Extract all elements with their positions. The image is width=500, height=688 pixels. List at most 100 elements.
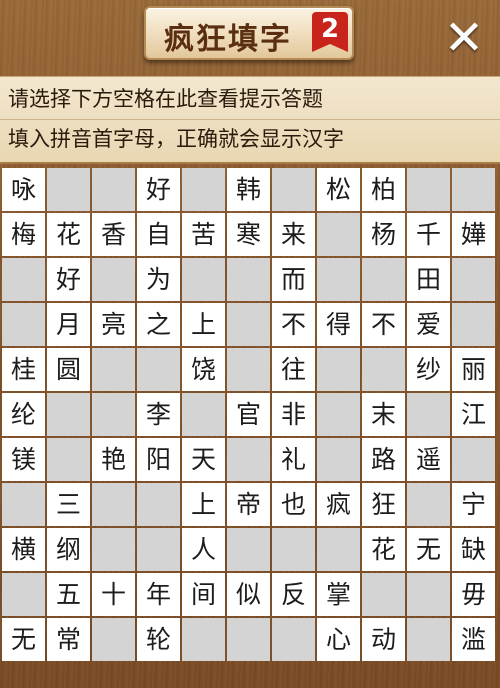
letter-cell[interactable]: 为	[137, 258, 180, 301]
letter-cell[interactable]: 好	[137, 168, 180, 211]
letter-cell[interactable]: 宁	[452, 483, 495, 526]
letter-cell[interactable]: 动	[362, 618, 405, 661]
letter-cell[interactable]: 而	[272, 258, 315, 301]
letter-cell[interactable]: 韩	[227, 168, 270, 211]
letter-cell[interactable]: 饶	[182, 348, 225, 391]
letter-cell[interactable]: 好	[47, 258, 90, 301]
letter-cell[interactable]: 不	[362, 303, 405, 346]
letter-cell[interactable]: 非	[272, 393, 315, 436]
letter-cell[interactable]: 艳	[92, 438, 135, 481]
blank-cell[interactable]	[2, 573, 45, 616]
letter-cell[interactable]: 官	[227, 393, 270, 436]
blank-cell[interactable]	[227, 618, 270, 661]
blank-cell[interactable]	[182, 168, 225, 211]
letter-cell[interactable]: 自	[137, 213, 180, 256]
letter-cell[interactable]: 遥	[407, 438, 450, 481]
letter-cell[interactable]: 反	[272, 573, 315, 616]
letter-cell[interactable]: 末	[362, 393, 405, 436]
letter-cell[interactable]: 得	[317, 303, 360, 346]
letter-cell[interactable]: 纶	[2, 393, 45, 436]
letter-cell[interactable]: 杨	[362, 213, 405, 256]
blank-cell[interactable]	[272, 528, 315, 571]
blank-cell[interactable]	[452, 258, 495, 301]
blank-cell[interactable]	[407, 168, 450, 211]
blank-cell[interactable]	[362, 573, 405, 616]
letter-cell[interactable]: 礼	[272, 438, 315, 481]
blank-cell[interactable]	[2, 483, 45, 526]
letter-cell[interactable]: 香	[92, 213, 135, 256]
letter-cell[interactable]: 轮	[137, 618, 180, 661]
blank-cell[interactable]	[92, 348, 135, 391]
letter-cell[interactable]: 桂	[2, 348, 45, 391]
blank-cell[interactable]	[182, 393, 225, 436]
letter-cell[interactable]: 十	[92, 573, 135, 616]
blank-cell[interactable]	[452, 168, 495, 211]
blank-cell[interactable]	[227, 438, 270, 481]
letter-cell[interactable]: 上	[182, 303, 225, 346]
letter-cell[interactable]: 纱	[407, 348, 450, 391]
blank-cell[interactable]	[92, 258, 135, 301]
letter-cell[interactable]: 松	[317, 168, 360, 211]
letter-cell[interactable]: 梅	[2, 213, 45, 256]
blank-cell[interactable]	[317, 348, 360, 391]
letter-cell[interactable]: 田	[407, 258, 450, 301]
letter-cell[interactable]: 江	[452, 393, 495, 436]
letter-cell[interactable]: 千	[407, 213, 450, 256]
letter-cell[interactable]: 苦	[182, 213, 225, 256]
letter-cell[interactable]: 往	[272, 348, 315, 391]
blank-cell[interactable]	[407, 483, 450, 526]
blank-cell[interactable]	[317, 438, 360, 481]
close-button[interactable]: ✕	[438, 12, 490, 64]
letter-cell[interactable]: 亮	[92, 303, 135, 346]
blank-cell[interactable]	[407, 618, 450, 661]
blank-cell[interactable]	[137, 483, 180, 526]
blank-cell[interactable]	[182, 618, 225, 661]
letter-cell[interactable]: 狂	[362, 483, 405, 526]
letter-cell[interactable]: 花	[47, 213, 90, 256]
letter-cell[interactable]: 纲	[47, 528, 90, 571]
blank-cell[interactable]	[227, 528, 270, 571]
letter-cell[interactable]: 缺	[452, 528, 495, 571]
blank-cell[interactable]	[407, 393, 450, 436]
blank-cell[interactable]	[92, 618, 135, 661]
letter-cell[interactable]: 不	[272, 303, 315, 346]
blank-cell[interactable]	[137, 528, 180, 571]
letter-cell[interactable]: 花	[362, 528, 405, 571]
blank-cell[interactable]	[92, 483, 135, 526]
letter-cell[interactable]: 圆	[47, 348, 90, 391]
blank-cell[interactable]	[317, 258, 360, 301]
letter-cell[interactable]: 路	[362, 438, 405, 481]
letter-cell[interactable]: 疯	[317, 483, 360, 526]
letter-cell[interactable]: 间	[182, 573, 225, 616]
blank-cell[interactable]	[137, 348, 180, 391]
letter-cell[interactable]: 无	[407, 528, 450, 571]
letter-cell[interactable]: 咏	[2, 168, 45, 211]
blank-cell[interactable]	[47, 168, 90, 211]
blank-cell[interactable]	[362, 348, 405, 391]
letter-cell[interactable]: 心	[317, 618, 360, 661]
letter-cell[interactable]: 天	[182, 438, 225, 481]
blank-cell[interactable]	[92, 528, 135, 571]
letter-cell[interactable]: 李	[137, 393, 180, 436]
blank-cell[interactable]	[407, 573, 450, 616]
letter-cell[interactable]: 无	[2, 618, 45, 661]
letter-cell[interactable]: 人	[182, 528, 225, 571]
blank-cell[interactable]	[452, 303, 495, 346]
blank-cell[interactable]	[182, 258, 225, 301]
letter-cell[interactable]: 之	[137, 303, 180, 346]
letter-cell[interactable]: 嬅	[452, 213, 495, 256]
blank-cell[interactable]	[317, 393, 360, 436]
letter-cell[interactable]: 也	[272, 483, 315, 526]
letter-cell[interactable]: 上	[182, 483, 225, 526]
letter-cell[interactable]: 毋	[452, 573, 495, 616]
letter-cell[interactable]: 爱	[407, 303, 450, 346]
blank-cell[interactable]	[2, 258, 45, 301]
blank-cell[interactable]	[92, 393, 135, 436]
letter-cell[interactable]: 帝	[227, 483, 270, 526]
letter-cell[interactable]: 五	[47, 573, 90, 616]
letter-cell[interactable]: 来	[272, 213, 315, 256]
letter-cell[interactable]: 常	[47, 618, 90, 661]
letter-cell[interactable]: 似	[227, 573, 270, 616]
letter-cell[interactable]: 镁	[2, 438, 45, 481]
blank-cell[interactable]	[272, 618, 315, 661]
